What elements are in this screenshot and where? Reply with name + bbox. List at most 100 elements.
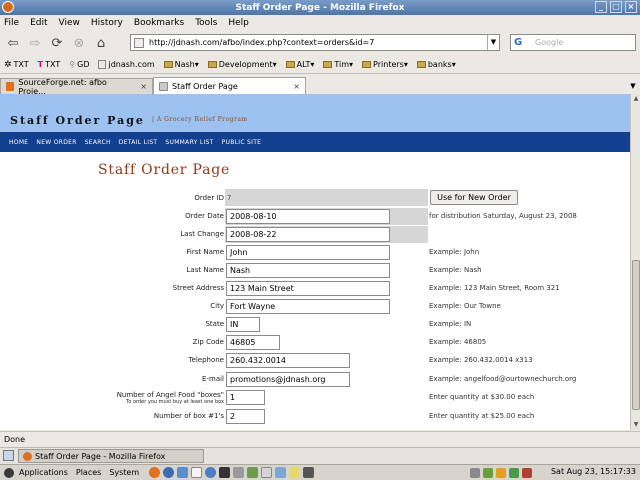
close-icon[interactable]: × — [625, 1, 637, 13]
order-date-field[interactable]: 2008-08-10 — [226, 209, 390, 224]
bookmark-folder-printers[interactable]: Printers▾ — [362, 60, 408, 69]
bookmark-txt-1[interactable]: ✲ TXT — [4, 60, 29, 70]
gnome-foot-icon — [4, 467, 14, 478]
stop-icon[interactable]: ⊗ — [70, 34, 88, 52]
applications-menu[interactable]: Applications — [19, 468, 68, 477]
navigation-toolbar: ⇦ ⇨ ⟳ ⊗ ⌂ http://jdnash.com/afbo/index.p… — [0, 31, 640, 55]
scroll-down-icon[interactable]: ▼ — [631, 420, 640, 430]
notes-launcher-icon[interactable] — [289, 467, 301, 478]
tab-staff-order[interactable]: Staff Order Page × — [153, 77, 306, 94]
close-tab-icon[interactable]: × — [293, 82, 300, 91]
bookmark-folder-alt[interactable]: ALT▾ — [285, 60, 314, 69]
zip-code-field[interactable]: 46805 — [226, 335, 280, 350]
maximize-icon[interactable]: □ — [610, 1, 622, 13]
panel-clock[interactable]: Sat Aug 23, 15:17:33 — [551, 467, 636, 476]
url-bar[interactable]: http://jdnash.com/afbo/index.php?context… — [130, 34, 500, 51]
power-icon[interactable] — [522, 468, 532, 478]
nav-summary-list[interactable]: SUMMARY LIST — [165, 139, 213, 146]
menu-edit[interactable]: Edit — [30, 18, 47, 28]
menu-bookmarks[interactable]: Bookmarks — [134, 18, 184, 28]
chat-launcher-icon[interactable] — [275, 467, 287, 478]
nav-search[interactable]: SEARCH — [85, 139, 111, 146]
angel-boxes-label: Number of Angel Food "boxes" To order yo… — [84, 391, 224, 405]
city-field[interactable]: Fort Wayne — [226, 299, 390, 314]
forward-icon[interactable]: ⇨ — [26, 34, 44, 52]
menu-view[interactable]: View — [59, 18, 80, 28]
menu-tools[interactable]: Tools — [195, 18, 217, 28]
network-launcher-icon[interactable] — [247, 467, 259, 478]
scroll-thumb[interactable] — [632, 260, 640, 410]
window-list: Staff Order Page - Mozilla Firefox — [0, 447, 640, 464]
page-title: Staff Order Page — [98, 162, 231, 178]
chevron-down-icon[interactable]: ▼ — [487, 35, 499, 50]
back-icon[interactable]: ⇦ — [4, 34, 22, 52]
distribution-note: for distribution Saturday, August 23, 20… — [429, 212, 577, 220]
t-mobile-icon: T — [37, 60, 44, 69]
first-name-field[interactable]: John — [226, 245, 390, 260]
bookmark-folder-nash[interactable]: Nash▾ — [163, 60, 199, 69]
use-for-new-order-button[interactable]: Use for New Order — [430, 190, 518, 205]
gear-icon: ✲ — [4, 59, 12, 70]
bookmark-folder-development[interactable]: Development▾ — [207, 60, 277, 69]
nav-home[interactable]: HOME — [9, 139, 28, 146]
menu-file[interactable]: File — [4, 18, 19, 28]
home-icon[interactable]: ⌂ — [92, 34, 110, 52]
nav-detail-list[interactable]: DETAIL LIST — [119, 139, 158, 146]
street-address-field[interactable]: 123 Main Street — [226, 281, 390, 296]
bookmark-jdnash[interactable]: jdnash.com — [98, 60, 155, 69]
reload-icon[interactable]: ⟳ — [48, 34, 66, 52]
close-tab-icon[interactable]: × — [140, 82, 147, 91]
order-id-cell — [225, 189, 428, 206]
network-status-icon[interactable] — [483, 468, 493, 478]
tab-sourceforge[interactable]: SourceForge.net: afbo Proje... × — [0, 78, 153, 96]
nav-new-order[interactable]: NEW ORDER — [36, 139, 76, 146]
calendar-launcher-icon[interactable] — [261, 467, 273, 478]
bookmark-folder-banks[interactable]: banks▾ — [416, 60, 456, 69]
menu-help[interactable]: Help — [228, 18, 249, 28]
firefox-launcher-icon[interactable] — [149, 467, 161, 478]
first-name-label: First Name — [186, 248, 224, 256]
zip-code-example: Example: 46805 — [429, 338, 487, 346]
window-title: Staff Order Page - Mozilla Firefox — [235, 2, 405, 13]
vertical-scrollbar[interactable]: ▲ ▼ — [630, 94, 640, 430]
places-menu[interactable]: Places — [76, 468, 101, 477]
system-menu[interactable]: System — [109, 468, 139, 477]
folder-icon — [285, 61, 295, 68]
email-example: Example: angelfood@ourtownechurch.org — [429, 375, 577, 383]
folder-icon — [207, 61, 217, 68]
monitor-launcher-icon[interactable] — [303, 467, 315, 478]
thunderbird-launcher-icon[interactable] — [163, 467, 175, 478]
google-icon[interactable]: G — [514, 37, 522, 48]
page-icon — [159, 81, 168, 91]
volume-icon[interactable] — [470, 468, 480, 478]
bookmark-txt-2[interactable]: T TXT — [38, 60, 61, 69]
state-field[interactable]: IN — [226, 317, 260, 332]
angel-boxes-field[interactable]: 1 — [226, 390, 265, 405]
terminal-launcher-icon[interactable] — [219, 467, 231, 478]
help-launcher-icon[interactable] — [205, 467, 217, 478]
telephone-field[interactable]: 260.432.0014 — [226, 353, 350, 368]
search-input[interactable]: G Google — [510, 34, 636, 51]
scroll-up-icon[interactable]: ▲ — [631, 94, 640, 104]
tab-list-chevron-icon[interactable]: ▼ — [626, 78, 640, 94]
calculator-launcher-icon[interactable] — [233, 467, 245, 478]
bookmark-folder-tim[interactable]: Tim▾ — [323, 60, 353, 69]
last-name-example: Example: Nash — [429, 266, 482, 274]
last-name-field[interactable]: Nash — [226, 263, 390, 278]
bookmark-gd[interactable]: ⚲ GD — [69, 60, 89, 69]
battery-icon[interactable] — [509, 468, 519, 478]
email-field[interactable]: promotions@jdnash.org — [226, 372, 350, 387]
nav-public-site[interactable]: PUBLIC SITE — [222, 139, 262, 146]
site-nav: HOME NEW ORDER SEARCH DETAIL LIST SUMMAR… — [0, 132, 630, 152]
text-editor-launcher-icon[interactable] — [191, 467, 203, 478]
update-icon[interactable] — [496, 468, 506, 478]
box1-field[interactable]: 2 — [226, 409, 265, 424]
taskbar-firefox-window[interactable]: Staff Order Page - Mozilla Firefox — [18, 449, 204, 463]
last-change-field[interactable]: 2008-08-22 — [226, 227, 390, 242]
state-example: Example: IN — [429, 320, 472, 328]
evolution-launcher-icon[interactable] — [177, 467, 189, 478]
menu-history[interactable]: History — [91, 18, 123, 28]
minimize-icon[interactable]: _ — [595, 1, 607, 13]
order-id-label: Order ID — [194, 194, 224, 202]
show-desktop-icon[interactable] — [3, 450, 14, 461]
